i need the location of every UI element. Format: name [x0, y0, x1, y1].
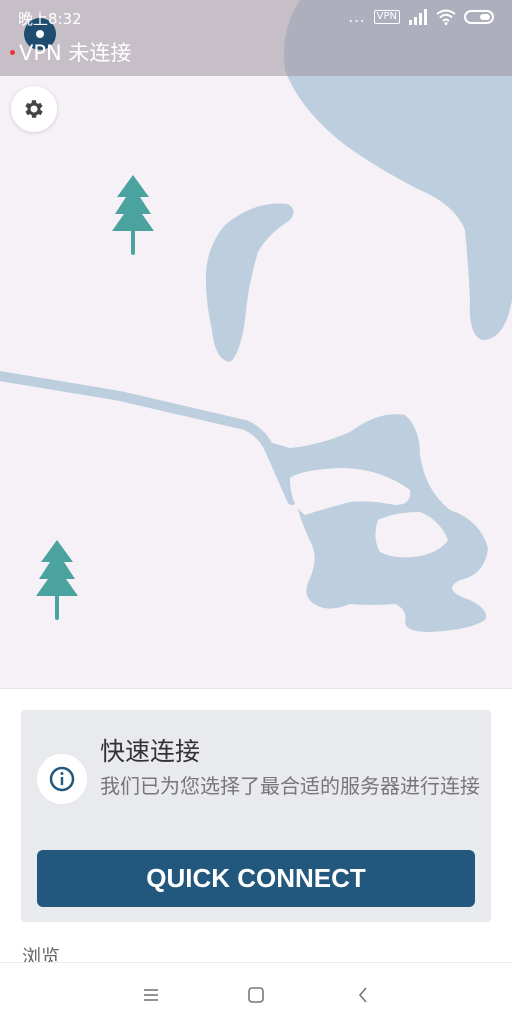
signal-icon [409, 9, 427, 25]
navigation-bar [0, 962, 512, 1025]
status-time: 晚上8:32 [18, 10, 82, 28]
back-chevron-icon [358, 987, 367, 1003]
menu-icon [144, 989, 158, 1001]
card-description: 我们已为您选择了最合适的服务器进行连接 [100, 774, 480, 798]
status-icons: ... VPN [348, 8, 496, 26]
status-bar: 晚上8:32 ... VPN VPN 未连接 [0, 0, 512, 76]
quick-connect-card: 快速连接 我们已为您选择了最合适的服务器进行连接 QUICK CONNECT [21, 710, 491, 922]
status-dot [10, 49, 15, 55]
nav-home-button[interactable] [241, 981, 271, 1009]
vpn-connection-status: VPN 未连接 [10, 37, 131, 67]
wifi-icon [436, 9, 456, 25]
square-home-icon [248, 987, 264, 1003]
battery-icon [464, 10, 494, 24]
nav-back-button[interactable] [348, 981, 378, 1009]
vpn-status-text: VPN 未连接 [19, 41, 132, 65]
map[interactable] [0, 0, 512, 688]
browse-section-label[interactable]: 浏览 [22, 942, 60, 964]
vpn-badge: VPN [373, 10, 400, 24]
card-title: 快速连接 [100, 737, 201, 766]
nav-menu-button[interactable] [136, 981, 166, 1009]
gear-icon [25, 100, 43, 118]
more-dots: ... [348, 8, 366, 26]
quick-connect-button[interactable]: QUICK CONNECT [37, 850, 475, 907]
settings-button[interactable] [11, 86, 57, 132]
info-icon [37, 754, 87, 804]
